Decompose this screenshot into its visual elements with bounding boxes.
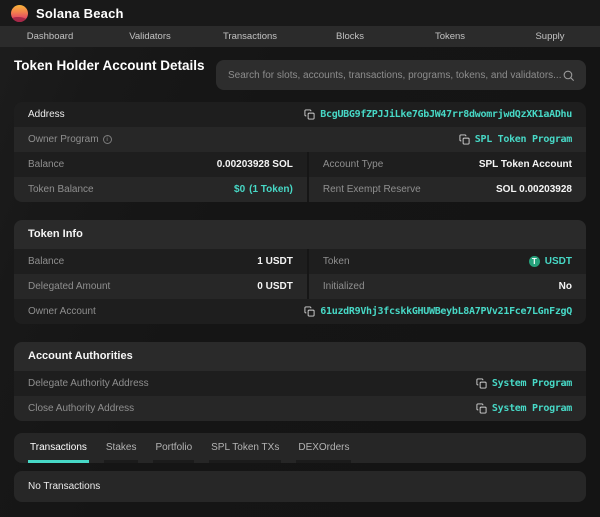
main-content: Token Holder Account Details Address bbox=[0, 47, 600, 502]
owner-account-label: Owner Account bbox=[28, 306, 96, 317]
copy-close-authority-icon[interactable] bbox=[476, 403, 487, 414]
rent-exempt-value: SOL 0.00203928 bbox=[496, 184, 572, 195]
token-balance-label: Token Balance bbox=[28, 184, 94, 195]
token-balance-value-2: 1 USDT bbox=[257, 256, 293, 267]
token-info-title: Token Info bbox=[14, 220, 586, 249]
main-nav: Dashboard Validators Transactions Blocks… bbox=[0, 26, 600, 47]
solana-beach-logo-icon[interactable] bbox=[11, 5, 28, 22]
token-balance-value: $0(1 Token) bbox=[234, 184, 293, 195]
nav-item-supply[interactable]: Supply bbox=[500, 26, 600, 47]
initialized-value: No bbox=[559, 281, 572, 292]
search-icon[interactable] bbox=[562, 69, 575, 82]
address-card: Address BcgUBG9fZPJJiLke7GbJW47rr8dwomrj… bbox=[14, 102, 586, 202]
usdt-token-icon: T bbox=[529, 256, 540, 267]
tab-stakes[interactable]: Stakes bbox=[104, 442, 139, 463]
token-info-card: Token Info Balance 1 USDT Token T USDT D… bbox=[14, 220, 586, 324]
delegated-amount-label: Delegated Amount bbox=[28, 281, 110, 292]
close-authority-link[interactable]: System Program bbox=[492, 403, 572, 414]
owner-account-link[interactable]: 61uzdR9Vhj3fcskkGHUWBeybL8A7PVv21Fce7LGn… bbox=[320, 306, 572, 317]
address-label: Address bbox=[28, 109, 65, 120]
no-transactions-panel: No Transactions bbox=[14, 471, 586, 502]
nav-item-blocks[interactable]: Blocks bbox=[300, 26, 400, 47]
account-tabs: Transactions Stakes Portfolio SPL Token … bbox=[14, 433, 586, 463]
tab-portfolio[interactable]: Portfolio bbox=[153, 442, 194, 463]
account-authorities-title: Account Authorities bbox=[14, 342, 586, 371]
owner-program-label: Owner Program i bbox=[28, 134, 112, 145]
nav-item-transactions[interactable]: Transactions bbox=[200, 26, 300, 47]
owner-program-link[interactable]: SPL Token Program bbox=[475, 134, 572, 145]
address-value-link[interactable]: BcgUBG9fZPJJiLke7GbJW47rr8dwomrjwdQzXK1a… bbox=[320, 109, 572, 120]
top-header: Solana Beach bbox=[0, 0, 600, 26]
delegate-authority-link[interactable]: System Program bbox=[492, 378, 572, 389]
no-transactions-text: No Transactions bbox=[28, 481, 100, 492]
token-balance-label-2: Balance bbox=[28, 256, 64, 267]
token-value-link[interactable]: USDT bbox=[545, 256, 572, 267]
tab-dex-orders[interactable]: DEXOrders bbox=[296, 442, 351, 463]
rent-exempt-label: Rent Exempt Reserve bbox=[323, 184, 421, 195]
close-authority-label: Close Authority Address bbox=[28, 403, 134, 414]
copy-owner-account-icon[interactable] bbox=[304, 306, 315, 317]
search-bar[interactable] bbox=[216, 60, 586, 90]
tab-spl-token-txs[interactable]: SPL Token TXs bbox=[209, 442, 281, 463]
nav-item-tokens[interactable]: Tokens bbox=[400, 26, 500, 47]
copy-owner-program-icon[interactable] bbox=[459, 134, 470, 145]
delegated-amount-value: 0 USDT bbox=[257, 281, 293, 292]
nav-item-dashboard[interactable]: Dashboard bbox=[0, 26, 100, 47]
page-title: Token Holder Account Details bbox=[14, 57, 206, 76]
balance-value: 0.00203928 SOL bbox=[217, 159, 293, 170]
info-icon[interactable]: i bbox=[103, 135, 112, 144]
copy-address-icon[interactable] bbox=[304, 109, 315, 120]
tab-transactions[interactable]: Transactions bbox=[28, 442, 89, 463]
delegate-authority-label: Delegate Authority Address bbox=[28, 378, 149, 389]
search-input[interactable] bbox=[228, 70, 562, 81]
nav-item-validators[interactable]: Validators bbox=[100, 26, 200, 47]
account-authorities-card: Account Authorities Delegate Authority A… bbox=[14, 342, 586, 421]
brand-title: Solana Beach bbox=[36, 6, 124, 21]
initialized-label: Initialized bbox=[323, 281, 365, 292]
account-type-value: SPL Token Account bbox=[479, 159, 572, 170]
account-type-label: Account Type bbox=[323, 159, 383, 170]
token-label: Token bbox=[323, 256, 350, 267]
copy-delegate-authority-icon[interactable] bbox=[476, 378, 487, 389]
balance-label: Balance bbox=[28, 159, 64, 170]
